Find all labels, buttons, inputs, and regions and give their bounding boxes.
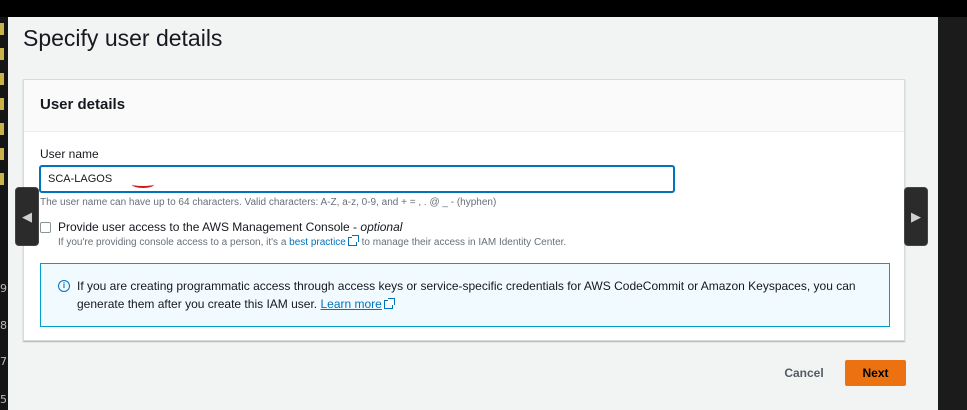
next-button[interactable]: Next: [845, 360, 906, 386]
red-annotation-mark: [132, 181, 154, 188]
strip-number: 8: [0, 319, 7, 332]
top-black-bar: [0, 0, 967, 17]
external-link-icon: [347, 235, 359, 246]
console-access-label[interactable]: Provide user access to the AWS Managemen…: [58, 220, 402, 234]
previous-arrow-icon[interactable]: ◀: [15, 187, 39, 246]
strip-marker: [0, 73, 4, 85]
panel-title: User details: [40, 96, 126, 113]
strip-number: 9: [0, 282, 7, 295]
strip-marker: [0, 23, 4, 35]
page-title: Specify user details: [23, 25, 223, 51]
strip-marker: [0, 148, 4, 160]
external-link-icon: [383, 298, 395, 309]
strip-marker: [0, 173, 4, 185]
strip-number: 5: [0, 393, 7, 406]
strip-marker: [0, 48, 4, 60]
user-details-panel: User details User name The user name can…: [23, 79, 905, 341]
info-alert: i If you are creating programmatic acces…: [40, 263, 890, 327]
cancel-button[interactable]: Cancel: [773, 360, 835, 386]
user-name-label: User name: [40, 147, 99, 161]
right-background-strip: [938, 17, 967, 410]
user-name-hint: The user name can have up to 64 characte…: [40, 197, 497, 208]
best-practice-link[interactable]: best practice: [289, 237, 346, 248]
panel-header: User details: [24, 80, 904, 132]
user-name-input[interactable]: [40, 166, 674, 192]
info-icon: i: [58, 280, 70, 292]
strip-marker: [0, 98, 4, 110]
learn-more-link[interactable]: Learn more: [320, 297, 381, 311]
next-arrow-icon[interactable]: ▶: [904, 187, 928, 246]
console-access-description: If you're providing console access to a …: [58, 235, 567, 248]
info-text: If you are creating programmatic access …: [77, 279, 856, 311]
console-access-checkbox[interactable]: [40, 222, 51, 233]
create-user-page: Specify user details User details User n…: [8, 17, 938, 410]
left-background-strip: 9 8 7 5: [0, 17, 8, 410]
strip-number: 7: [0, 355, 7, 368]
strip-marker: [0, 123, 4, 135]
